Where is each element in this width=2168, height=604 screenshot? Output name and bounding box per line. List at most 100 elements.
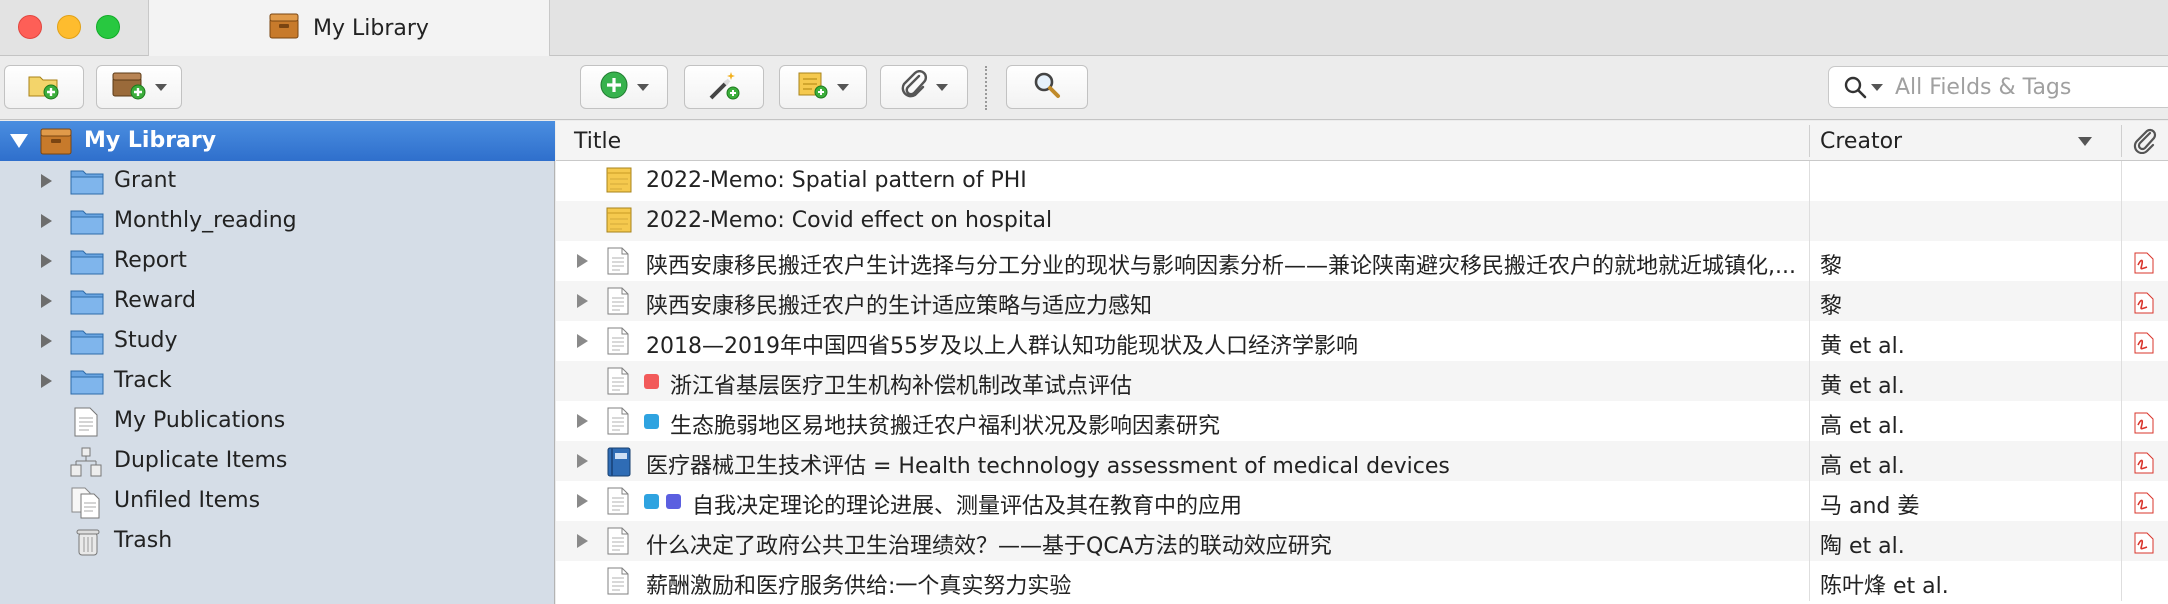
sidebar-item-label: Report: [114, 248, 187, 273]
sidebar-item-unfiled-items[interactable]: Unfiled Items: [0, 481, 555, 521]
magnifier-icon: [1032, 70, 1062, 104]
item-creator: 黎: [1820, 294, 1843, 319]
search-field[interactable]: [1828, 66, 2168, 108]
column-divider: [2121, 441, 2122, 481]
chevron-down-icon: [155, 83, 167, 91]
item-creator: 陈叶烽 et al.: [1820, 574, 1949, 599]
table-row[interactable]: 陕西安康移民搬迁农户生计选择与分工分业的现状与影响因素分析——兼论陕南避灾移民搬…: [556, 241, 2168, 281]
window-zoom-button[interactable]: [96, 15, 120, 39]
expand-row-icon[interactable]: [577, 534, 588, 548]
disclosure-closed-icon[interactable]: [41, 174, 52, 188]
window-minimize-button[interactable]: [57, 15, 81, 39]
chevron-down-icon: [936, 83, 948, 91]
attachment-column-icon[interactable]: [2133, 128, 2157, 160]
table-row[interactable]: 2022-Memo: Covid effect on hospital: [556, 201, 2168, 241]
attachment-button[interactable]: [880, 65, 968, 109]
sidebar-item-label: Track: [114, 368, 172, 393]
unfiled-icon: [70, 487, 102, 525]
table-row[interactable]: 浙江省基层医疗卫生机构补偿机制改革试点评估 黄 et al.: [556, 361, 2168, 401]
document-icon: [606, 327, 630, 361]
color-tag: [666, 494, 681, 509]
column-divider[interactable]: [2121, 125, 2122, 157]
column-header-creator[interactable]: Creator: [1820, 129, 1902, 154]
table-row[interactable]: 2018—2019年中国四省55岁及以上人群认知功能现状及人口经济学影响 黄 et…: [556, 321, 2168, 361]
table-row[interactable]: 自我决定理论的理论进展、测量评估及其在教育中的应用 马 and 姜: [556, 481, 2168, 521]
disclosure-open-icon[interactable]: [10, 134, 28, 148]
toolbar: [0, 56, 2168, 120]
sidebar-item-label: Grant: [114, 168, 177, 193]
sidebar-item-label: My Library: [84, 128, 217, 153]
item-creator: 陶 et al.: [1820, 534, 1905, 559]
sidebar-item-label: Monthly_reading: [114, 208, 297, 233]
table-row[interactable]: 医疗器械卫生技术评估 = Health technology assessmen…: [556, 441, 2168, 481]
new-note-button[interactable]: [779, 65, 867, 109]
column-divider: [2121, 201, 2122, 241]
folder-icon: [70, 327, 104, 361]
table-row[interactable]: 陕西安康移民搬迁农户的生计适应策略与适应力感知 黎: [556, 281, 2168, 321]
expand-row-icon[interactable]: [577, 494, 588, 508]
sidebar-item-my-publications[interactable]: My Publications: [0, 401, 555, 441]
sidebar-item-my-library[interactable]: My Library: [0, 121, 555, 161]
pdf-attachment-icon[interactable]: [2133, 532, 2155, 560]
sidebar-folder-grant[interactable]: Grant: [0, 161, 555, 201]
pdf-attachment-icon[interactable]: [2133, 452, 2155, 480]
column-divider: [2121, 161, 2122, 201]
expand-row-icon[interactable]: [577, 334, 588, 348]
table-row[interactable]: 生态脆弱地区易地扶贫搬迁农户福利状况及影响因素研究 高 et al.: [556, 401, 2168, 441]
disclosure-closed-icon[interactable]: [41, 374, 52, 388]
pdf-attachment-icon[interactable]: [2133, 492, 2155, 520]
pdf-attachment-icon[interactable]: [2133, 252, 2155, 280]
sort-descending-icon[interactable]: [2078, 137, 2092, 146]
disclosure-closed-icon[interactable]: [41, 334, 52, 348]
expand-row-icon[interactable]: [577, 294, 588, 308]
column-divider: [2121, 361, 2122, 401]
expand-row-icon[interactable]: [577, 414, 588, 428]
magic-wand-icon: [707, 69, 741, 105]
table-row[interactable]: 薪酬激励和医疗服务供给:一个真实努力实验 陈叶烽 et al.: [556, 561, 2168, 601]
item-title: 2018—2019年中国四省55岁及以上人群认知功能现状及人口经济学影响: [646, 334, 1358, 359]
document-icon: [606, 287, 630, 321]
tab-label: My Library: [313, 15, 429, 41]
new-library-icon: [111, 70, 147, 104]
table-row[interactable]: 什么决定了政府公共卫生治理绩效？——基于QCA方法的联动效应研究 陶 et al.: [556, 521, 2168, 561]
advanced-search-button[interactable]: [1006, 65, 1088, 109]
new-collection-button[interactable]: [4, 65, 84, 109]
pdf-attachment-icon[interactable]: [2133, 292, 2155, 320]
trash-icon: [76, 527, 100, 563]
expand-row-icon[interactable]: [577, 454, 588, 468]
item-title: 陕西安康移民搬迁农户的生计适应策略与适应力感知: [646, 294, 1153, 319]
sidebar-item-trash[interactable]: Trash: [0, 521, 555, 561]
sidebar-folder-track[interactable]: Track: [0, 361, 555, 401]
pdf-attachment-icon[interactable]: [2133, 412, 2155, 440]
table-row[interactable]: 2022-Memo: Spatial pattern of PHI: [556, 161, 2168, 201]
document-icon: [606, 367, 630, 401]
add-by-identifier-button[interactable]: [684, 65, 764, 109]
item-title: 自我决定理论的理论进展、测量评估及其在教育中的应用: [692, 494, 1243, 519]
column-header-title[interactable]: Title: [574, 129, 621, 154]
document-icon: [606, 487, 630, 521]
new-item-button[interactable]: [580, 65, 668, 109]
item-title: 2022-Memo: Covid effect on hospital: [646, 208, 1053, 233]
column-divider: [1809, 401, 1810, 441]
disclosure-closed-icon[interactable]: [41, 294, 52, 308]
disclosure-closed-icon[interactable]: [41, 214, 52, 228]
search-input[interactable]: [1895, 74, 2165, 100]
item-title: 生态脆弱地区易地扶贫搬迁农户福利状况及影响因素研究: [670, 414, 1221, 439]
pdf-attachment-icon[interactable]: [2133, 332, 2155, 360]
column-divider: [1809, 441, 1810, 481]
sidebar-folder-reward[interactable]: Reward: [0, 281, 555, 321]
sidebar-folder-report[interactable]: Report: [0, 241, 555, 281]
new-library-button[interactable]: [96, 65, 182, 109]
search-icon[interactable]: [1843, 75, 1883, 99]
sidebar-item-duplicate-items[interactable]: Duplicate Items: [0, 441, 555, 481]
sidebar-folder-study[interactable]: Study: [0, 321, 555, 361]
expand-row-icon[interactable]: [577, 254, 588, 268]
disclosure-closed-icon[interactable]: [41, 254, 52, 268]
tab-my-library[interactable]: My Library: [148, 0, 550, 56]
column-divider[interactable]: [1809, 125, 1810, 157]
new-collection-icon: [27, 70, 61, 104]
table-header: Title Creator: [556, 121, 2168, 161]
note-icon: [606, 167, 632, 199]
window-close-button[interactable]: [18, 15, 42, 39]
sidebar-folder-monthly-reading[interactable]: Monthly_reading: [0, 201, 555, 241]
